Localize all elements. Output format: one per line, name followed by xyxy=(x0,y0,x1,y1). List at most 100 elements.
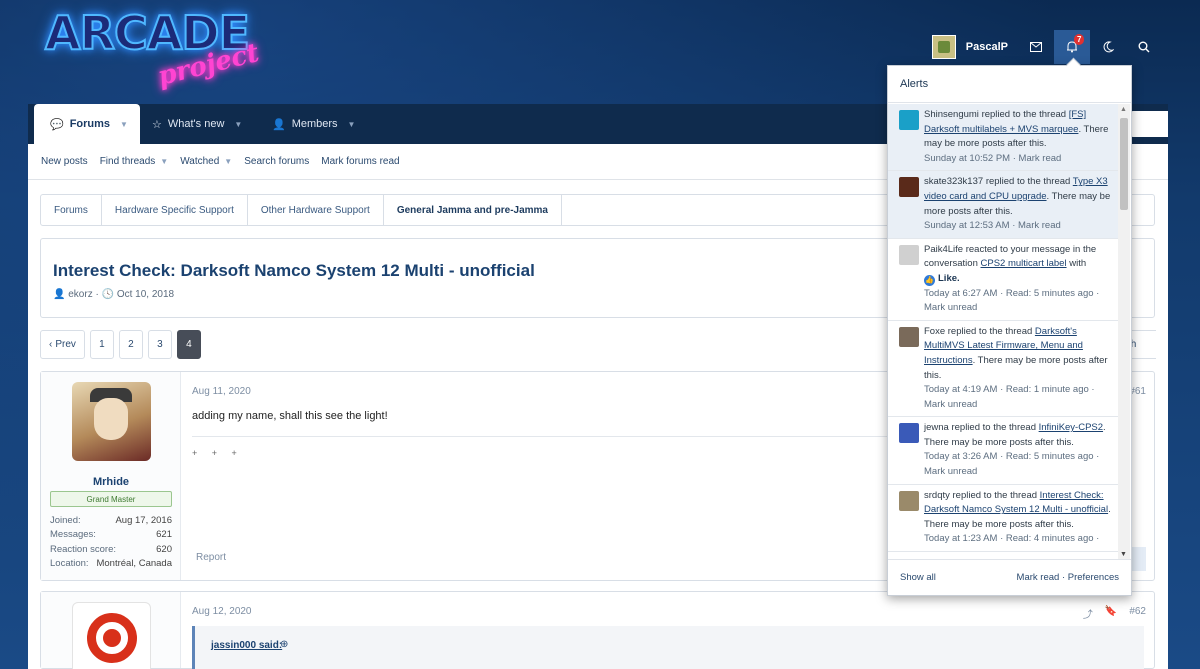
post-body: adding my name, shall this see the light… xyxy=(192,410,388,422)
share-icon[interactable]: ⤴ xyxy=(1083,606,1093,621)
alert-action: replied to the thread xyxy=(952,489,1038,501)
alert-time: Today at 6:27 AM xyxy=(924,287,998,299)
alert-time: Sunday at 10:52 PM xyxy=(924,152,1011,164)
alert-item[interactable]: skate323k137 replied to the thread Type … xyxy=(888,171,1120,239)
arrow-up-circle-icon[interactable]: ⊕ xyxy=(280,639,288,650)
account-link[interactable]: PascalP xyxy=(922,30,1018,64)
thread-meta: 👤 ekorz · 🕓 Oct 10, 2018 xyxy=(53,289,175,300)
scroll-up-icon[interactable]: ▲ xyxy=(1120,106,1127,113)
mark-unread-link[interactable]: · Read: 4 minutes ago · xyxy=(1000,533,1099,544)
avatar[interactable] xyxy=(899,110,919,130)
tab-whats-new[interactable]: ☆ What's new ▼ xyxy=(152,104,242,144)
tab-label: Members xyxy=(291,118,338,130)
stat-label: Messages: xyxy=(50,529,96,541)
alert-user[interactable]: srdqty xyxy=(924,490,950,501)
alert-user[interactable]: Foxe xyxy=(924,326,945,337)
alert-user[interactable]: skate323k137 xyxy=(924,176,983,187)
mark-read-all-link[interactable]: Mark read xyxy=(1017,572,1060,583)
alert-action: replied to the thread xyxy=(951,422,1036,434)
page-link[interactable]: 3 xyxy=(147,330,172,359)
pagination: ‹ Prev 1 2 3 4 xyxy=(40,330,201,359)
tab-members[interactable]: 👤 Members ▼ xyxy=(272,104,355,144)
search-input[interactable] xyxy=(1130,111,1168,137)
alert-user[interactable]: Shinsengumi xyxy=(924,109,979,120)
alerts-title: Alerts xyxy=(888,66,1131,103)
show-all-link[interactable]: Show all xyxy=(900,572,936,583)
avatar[interactable] xyxy=(899,244,919,265)
thread-date[interactable]: Oct 10, 2018 xyxy=(117,289,174,300)
moon-icon xyxy=(1103,41,1114,53)
stat-value: Montréal, Canada xyxy=(96,558,172,570)
alert-time: Today at 4:19 AM xyxy=(924,384,998,396)
avatar[interactable] xyxy=(899,177,919,198)
avatar[interactable] xyxy=(899,326,919,347)
subnav-find-threads[interactable]: Find threads ▼ xyxy=(100,156,169,167)
page-link[interactable]: 2 xyxy=(118,330,143,359)
alerts-scrollbar[interactable]: ▲ ▼ xyxy=(1118,104,1130,560)
post-user-block: Mrhide Grand Master Joined: Aug 17, 2016 … xyxy=(41,372,181,580)
chevron-down-icon[interactable]: ▼ xyxy=(120,120,128,129)
mark-read-link[interactable]: · Mark read xyxy=(1012,220,1061,231)
site-logo[interactable]: ARCADE project xyxy=(44,5,262,92)
post-date[interactable]: Aug 11, 2020 xyxy=(192,386,251,397)
post-number[interactable]: #62 xyxy=(1129,606,1146,621)
alerts-popup: Alerts Shinsengumi replied to the thread… xyxy=(887,65,1132,596)
alert-item[interactable]: jewna replied to the thread InfiniKey-CP… xyxy=(888,417,1120,485)
breadcrumb-item[interactable]: Hardware Specific Support xyxy=(102,195,248,225)
scrollbar-thumb[interactable] xyxy=(1120,118,1128,210)
alert-action: replied to the thread xyxy=(947,325,1033,337)
avatar[interactable] xyxy=(899,490,919,511)
avatar xyxy=(931,35,956,59)
tab-forums[interactable]: 💬 Forums ▼ xyxy=(34,104,140,144)
quote-author[interactable]: jassin000 said: xyxy=(211,640,282,651)
chevron-down-icon[interactable]: ▼ xyxy=(348,120,356,129)
avatar[interactable] xyxy=(72,602,151,669)
breadcrumb-item[interactable]: Other Hardware Support xyxy=(248,195,384,225)
alerts-footer: Show all Mark read · Preferences xyxy=(888,559,1131,595)
page-link[interactable]: 1 xyxy=(89,330,114,359)
envelope-icon xyxy=(1030,42,1042,52)
chevron-down-icon: ▼ xyxy=(160,157,169,166)
chevron-down-icon[interactable]: ▼ xyxy=(234,120,242,129)
comments-icon: 💬 xyxy=(50,118,64,131)
tab-label: What's new xyxy=(167,118,225,130)
alert-time: Sunday at 12:53 AM xyxy=(924,220,1010,232)
subnav-mark-read[interactable]: Mark forums read xyxy=(321,156,399,167)
inbox-button[interactable] xyxy=(1018,30,1054,64)
report-link[interactable]: Report xyxy=(196,552,226,563)
alert-item[interactable]: Foxe replied to the thread Darksoft's Mu… xyxy=(888,321,1120,418)
thread-author[interactable]: ekorz xyxy=(68,289,92,300)
alert-item[interactable]: Shinsengumi replied to the thread [FS] D… xyxy=(888,104,1120,172)
scroll-down-icon[interactable]: ▼ xyxy=(1120,551,1127,558)
alert-item[interactable]: srdqty replied to the thread Interest Ch… xyxy=(888,485,1120,553)
current-page[interactable]: 4 xyxy=(176,330,201,359)
alert-link[interactable]: InfiniKey-CPS2 xyxy=(1039,422,1103,433)
post-tools: ⤴ 🔖 #62 xyxy=(1083,606,1146,621)
post-username[interactable]: Mrhide xyxy=(41,476,181,488)
preferences-link[interactable]: Preferences xyxy=(1068,572,1119,583)
stat-label: Joined: xyxy=(50,514,81,526)
alert-user[interactable]: jewna xyxy=(924,422,949,433)
subnav-watched[interactable]: Watched ▼ xyxy=(180,156,232,167)
post-date[interactable]: Aug 12, 2020 xyxy=(192,606,252,617)
alert-user[interactable]: Paik4Life xyxy=(924,244,963,255)
search-button[interactable] xyxy=(1126,30,1162,64)
alert-link[interactable]: CPS2 multicart label xyxy=(981,258,1067,269)
subnav-new-posts[interactable]: New posts xyxy=(41,156,88,167)
bookmark-icon[interactable]: 🔖 xyxy=(1105,606,1117,621)
avatar[interactable] xyxy=(72,382,151,461)
alert-item[interactable]: Paik4Life reacted to your message in the… xyxy=(888,239,1120,321)
mark-read-link[interactable]: · Mark read xyxy=(1013,153,1062,164)
breadcrumb-item[interactable]: General Jamma and pre-Jamma xyxy=(384,195,562,225)
alerts-count-badge: 7 xyxy=(1074,34,1085,45)
theme-toggle-button[interactable] xyxy=(1090,30,1126,64)
breadcrumb-item[interactable]: Forums xyxy=(41,195,102,225)
subnav-label: Watched xyxy=(180,156,220,167)
avatar[interactable] xyxy=(899,423,919,444)
search-icon xyxy=(1138,41,1150,53)
subnav-label: Find threads xyxy=(99,156,156,167)
user-bar: PascalP 7 xyxy=(922,30,1162,64)
divider xyxy=(192,436,992,437)
subnav-search-forums[interactable]: Search forums xyxy=(244,156,309,167)
prev-page-button[interactable]: ‹ Prev xyxy=(40,330,85,359)
